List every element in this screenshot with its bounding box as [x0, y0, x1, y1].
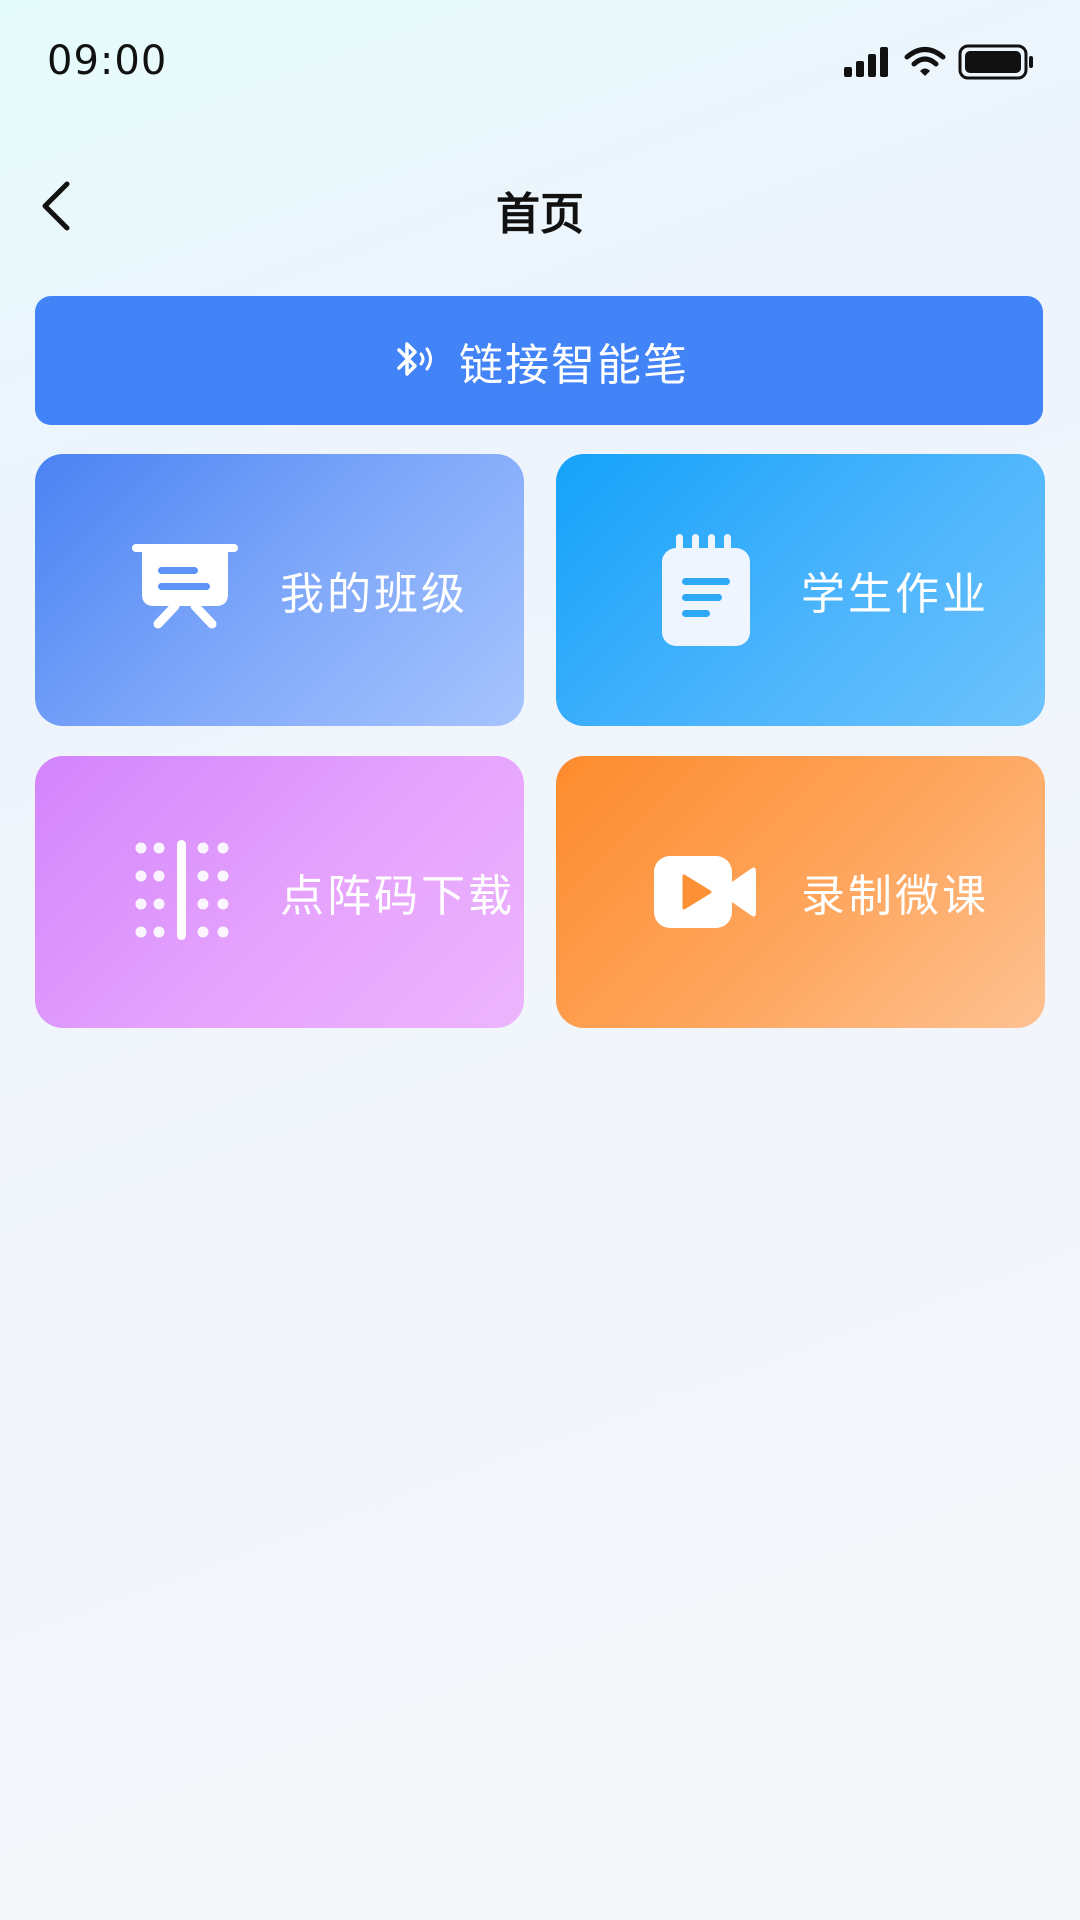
- card-student-homework[interactable]: 学生作业: [556, 454, 1045, 726]
- status-icons: [844, 44, 1036, 80]
- card-student-homework-label: 学生作业: [801, 569, 989, 620]
- signal-icon: [844, 47, 888, 77]
- status-time: 09:00: [47, 38, 168, 84]
- presentation-board-icon: [130, 535, 240, 645]
- page-title: 首页: [496, 189, 584, 240]
- wifi-icon: [904, 47, 946, 76]
- card-my-class-label: 我的班级: [280, 569, 468, 620]
- battery-icon: [958, 44, 1033, 80]
- nav-bar: 首页: [0, 160, 1080, 250]
- connect-pen-button[interactable]: 链接智能笔: [35, 296, 1043, 425]
- notepad-icon: [651, 534, 761, 646]
- card-record-micro-lesson-label: 录制微课: [801, 871, 989, 922]
- video-camera-icon: [651, 837, 761, 947]
- bluetooth-icon: [397, 341, 432, 376]
- card-record-micro-lesson[interactable]: 录制微课: [556, 756, 1045, 1028]
- card-my-class[interactable]: 我的班级: [35, 454, 524, 726]
- card-dot-code-download[interactable]: 点阵码下载: [35, 756, 524, 1028]
- status-bar: 09:00: [0, 0, 1080, 125]
- connect-pen-label: 链接智能笔: [459, 339, 689, 391]
- card-dot-code-download-label: 点阵码下载: [280, 871, 515, 922]
- dot-matrix-icon: [130, 837, 240, 947]
